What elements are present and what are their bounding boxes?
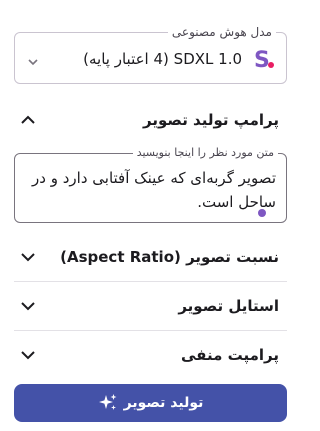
section-negative-prompt-header[interactable]: پرامپت منفی: [14, 331, 287, 379]
prompt-textarea[interactable]: متن مورد نظر را اینجا بنویسید تصویر گربه…: [14, 146, 287, 223]
chevron-down-icon: [20, 249, 36, 265]
image-generation-panel: مدل هوش مصنوعی S SDXL 1.0 (4 اعتبار پایه…: [0, 0, 304, 431]
section-style-title: استایل تصویر: [178, 297, 279, 315]
model-select[interactable]: مدل هوش مصنوعی S SDXL 1.0 (4 اعتبار پایه…: [14, 24, 287, 84]
text-cursor-dot-icon: [258, 209, 266, 217]
sparkles-icon: [98, 393, 118, 413]
section-prompt-title: پرامپ تولید تصویر: [143, 111, 279, 129]
chevron-down-icon: [20, 347, 36, 363]
chevron-down-icon: [20, 298, 36, 314]
section-style-header[interactable]: استایل تصویر: [14, 282, 287, 330]
model-select-label: مدل هوش مصنوعی: [167, 24, 276, 40]
generate-image-button[interactable]: تولید تصویر: [14, 384, 287, 422]
prompt-textarea-label: متن مورد نظر را اینجا بنویسید: [132, 146, 278, 160]
prompt-textarea-value: تصویر گربه‌ای که عینک آفتابی دارد و در س…: [32, 169, 276, 211]
section-prompt-header[interactable]: پرامپ تولید تصویر: [14, 96, 287, 144]
chevron-up-icon: [20, 112, 36, 128]
model-logo-icon: S: [252, 47, 276, 73]
generate-image-button-label: تولید تصویر: [123, 395, 204, 411]
section-negative-prompt-title: پرامپت منفی: [181, 346, 279, 364]
section-aspect-ratio-header[interactable]: نسبت تصویر (Aspect Ratio): [14, 233, 287, 281]
svg-text:S: S: [254, 48, 270, 71]
chevron-down-icon: [27, 53, 39, 66]
model-select-value: SDXL 1.0 (4 اعتبار پایه): [83, 50, 242, 68]
section-aspect-ratio-title: نسبت تصویر (Aspect Ratio): [60, 248, 279, 266]
